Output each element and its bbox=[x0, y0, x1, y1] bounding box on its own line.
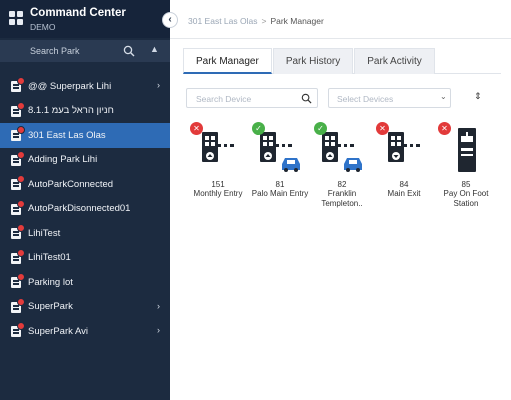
app-subtitle: DEMO bbox=[30, 22, 56, 32]
device-card[interactable]: ✕ 151 Monthly Entry bbox=[188, 120, 248, 220]
alert-badge-icon bbox=[17, 175, 25, 183]
alert-badge-icon bbox=[17, 150, 25, 159]
brand-header: Command Center DEMO bbox=[0, 0, 170, 38]
parking-lot-icon bbox=[11, 77, 25, 92]
grid-logo-icon bbox=[9, 11, 23, 25]
search-icon[interactable] bbox=[301, 93, 312, 104]
parking-lot-icon bbox=[11, 150, 25, 166]
alert-badge-icon bbox=[17, 101, 25, 110]
sidebar-park-item[interactable]: AutoParkDisonnected01 bbox=[0, 197, 170, 222]
device-number: 82 bbox=[337, 180, 347, 189]
breadcrumb: 301 East Las Olas > Park Manager bbox=[188, 16, 324, 26]
device-filter-row: Search Device Select Devices ⌄ ⇕ bbox=[186, 88, 504, 108]
breadcrumb-separator: > bbox=[261, 16, 267, 26]
alert-badge-icon bbox=[17, 248, 25, 257]
sort-icon[interactable]: ⇕ bbox=[474, 91, 482, 102]
alert-badge-icon bbox=[17, 273, 25, 281]
device-name: Main Exit bbox=[387, 189, 421, 198]
device-name: Palo Main Entry bbox=[251, 189, 309, 198]
park-search-input[interactable]: Search Park ▲ bbox=[0, 40, 170, 62]
tab-park-activity[interactable]: Park Activity bbox=[354, 48, 435, 74]
sidebar-park-item[interactable]: 301 East Las Olas bbox=[0, 123, 170, 148]
sidebar-park-item[interactable]: LihiTest bbox=[0, 221, 170, 246]
app-title: Command Center bbox=[30, 7, 126, 19]
status-ok-icon: ✓ bbox=[314, 122, 327, 135]
park-item-label: AutoParkDisonnected01 bbox=[28, 203, 131, 215]
sidebar-park-item[interactable]: AutoParkConnected bbox=[0, 172, 170, 197]
chevron-right-icon[interactable]: › bbox=[157, 325, 160, 335]
sidebar-park-item[interactable]: SuperPark Avi › bbox=[0, 319, 170, 344]
parking-lot-icon bbox=[11, 175, 25, 190]
status-error-icon: ✕ bbox=[190, 122, 203, 135]
parking-lot-icon bbox=[11, 297, 25, 313]
tab-park-manager[interactable]: Park Manager bbox=[183, 48, 272, 74]
park-item-label: @@ Superpark Lihi bbox=[28, 80, 112, 92]
tab-bar: Park Manager Park History Park Activity bbox=[183, 48, 501, 74]
sidebar-park-item[interactable]: SuperPark › bbox=[0, 295, 170, 320]
device-search-input[interactable]: Search Device bbox=[186, 88, 318, 108]
device-number: 84 bbox=[399, 180, 409, 189]
alert-badge-icon bbox=[17, 126, 25, 134]
main-panel: 301 East Las Olas > Park Manager Park Mana… bbox=[170, 0, 511, 400]
alert-badge-icon bbox=[17, 199, 25, 208]
sidebar: Command Center DEMO Search Park ▲ @@ Sup… bbox=[0, 0, 170, 400]
alert-badge-icon bbox=[17, 322, 25, 330]
park-item-label: SuperPark bbox=[28, 301, 73, 313]
alert-badge-icon bbox=[17, 297, 25, 306]
device-grid: ✕ 151 Monthly Entry ✓ 81 Palo Main Entry ✓ 82 Fr… bbox=[188, 120, 506, 220]
park-item-label: LihiTest bbox=[28, 227, 61, 239]
parking-lot-icon bbox=[11, 273, 25, 288]
search-icon[interactable] bbox=[123, 45, 135, 57]
parking-lot-icon bbox=[11, 248, 25, 264]
parking-lot-icon bbox=[11, 322, 25, 337]
park-search-placeholder: Search Park bbox=[30, 46, 80, 56]
device-search-placeholder: Search Device bbox=[196, 94, 252, 104]
alert-badge-icon bbox=[17, 77, 25, 85]
sidebar-park-item[interactable]: Adding Park Lihi bbox=[0, 148, 170, 173]
park-item-label: 301 East Las Olas bbox=[28, 129, 106, 141]
status-error-icon: ✕ bbox=[376, 122, 389, 135]
parking-lot-icon bbox=[11, 126, 25, 141]
sort-icon[interactable]: ▲ bbox=[150, 44, 159, 54]
chevron-right-icon[interactable]: › bbox=[157, 80, 160, 90]
chevron-down-icon: ⌄ bbox=[440, 92, 447, 101]
device-name: Pay On Foot Station bbox=[443, 189, 489, 208]
sidebar-park-item[interactable]: Parking lot bbox=[0, 270, 170, 295]
device-number: 151 bbox=[211, 180, 225, 189]
collapse-sidebar-button[interactable]: ‹ bbox=[162, 12, 178, 28]
breadcrumb-current: Park Manager bbox=[270, 16, 324, 26]
park-item-label: AutoParkConnected bbox=[28, 178, 114, 190]
device-card[interactable]: ✓ 81 Palo Main Entry bbox=[250, 120, 310, 220]
chevron-right-icon[interactable]: › bbox=[157, 301, 160, 311]
sidebar-park-item[interactable]: חניון הראל בעמ 8.1.1 bbox=[0, 99, 170, 124]
park-item-label: SuperPark Avi bbox=[28, 325, 89, 337]
device-name: Franklin Templeton.. bbox=[321, 189, 363, 208]
device-select-placeholder: Select Devices bbox=[337, 94, 394, 104]
device-number: 81 bbox=[275, 180, 285, 189]
device-card[interactable]: ✕ 84 Main Exit bbox=[374, 120, 434, 220]
header-divider bbox=[170, 38, 511, 39]
breadcrumb-root[interactable]: 301 East Las Olas bbox=[188, 16, 257, 26]
sidebar-park-item[interactable]: LihiTest01 bbox=[0, 246, 170, 271]
park-item-label: Parking lot bbox=[28, 276, 73, 288]
parking-lot-icon bbox=[11, 101, 25, 117]
alert-badge-icon bbox=[17, 224, 25, 232]
park-item-label: LihiTest01 bbox=[28, 252, 71, 264]
park-item-label: Adding Park Lihi bbox=[28, 154, 98, 166]
park-item-label: חניון הראל בעמ 8.1.1 bbox=[28, 105, 114, 117]
parking-lot-icon bbox=[11, 224, 25, 239]
park-list: @@ Superpark Lihi › חניון הראל בעמ 8.1.1 30… bbox=[0, 74, 170, 344]
status-error-icon: ✕ bbox=[438, 122, 451, 135]
sidebar-park-item[interactable]: @@ Superpark Lihi › bbox=[0, 74, 170, 99]
device-select-dropdown[interactable]: Select Devices ⌄ bbox=[328, 88, 451, 108]
status-ok-icon: ✓ bbox=[252, 122, 265, 135]
device-name: Monthly Entry bbox=[193, 189, 243, 198]
tab-park-history[interactable]: Park History bbox=[272, 48, 354, 74]
parking-lot-icon bbox=[11, 199, 25, 215]
device-number: 85 bbox=[461, 180, 471, 189]
device-card[interactable]: ✓ 82 Franklin Templeton.. bbox=[312, 120, 372, 220]
device-card[interactable]: ✕ 85 Pay On Foot Station bbox=[436, 120, 496, 220]
